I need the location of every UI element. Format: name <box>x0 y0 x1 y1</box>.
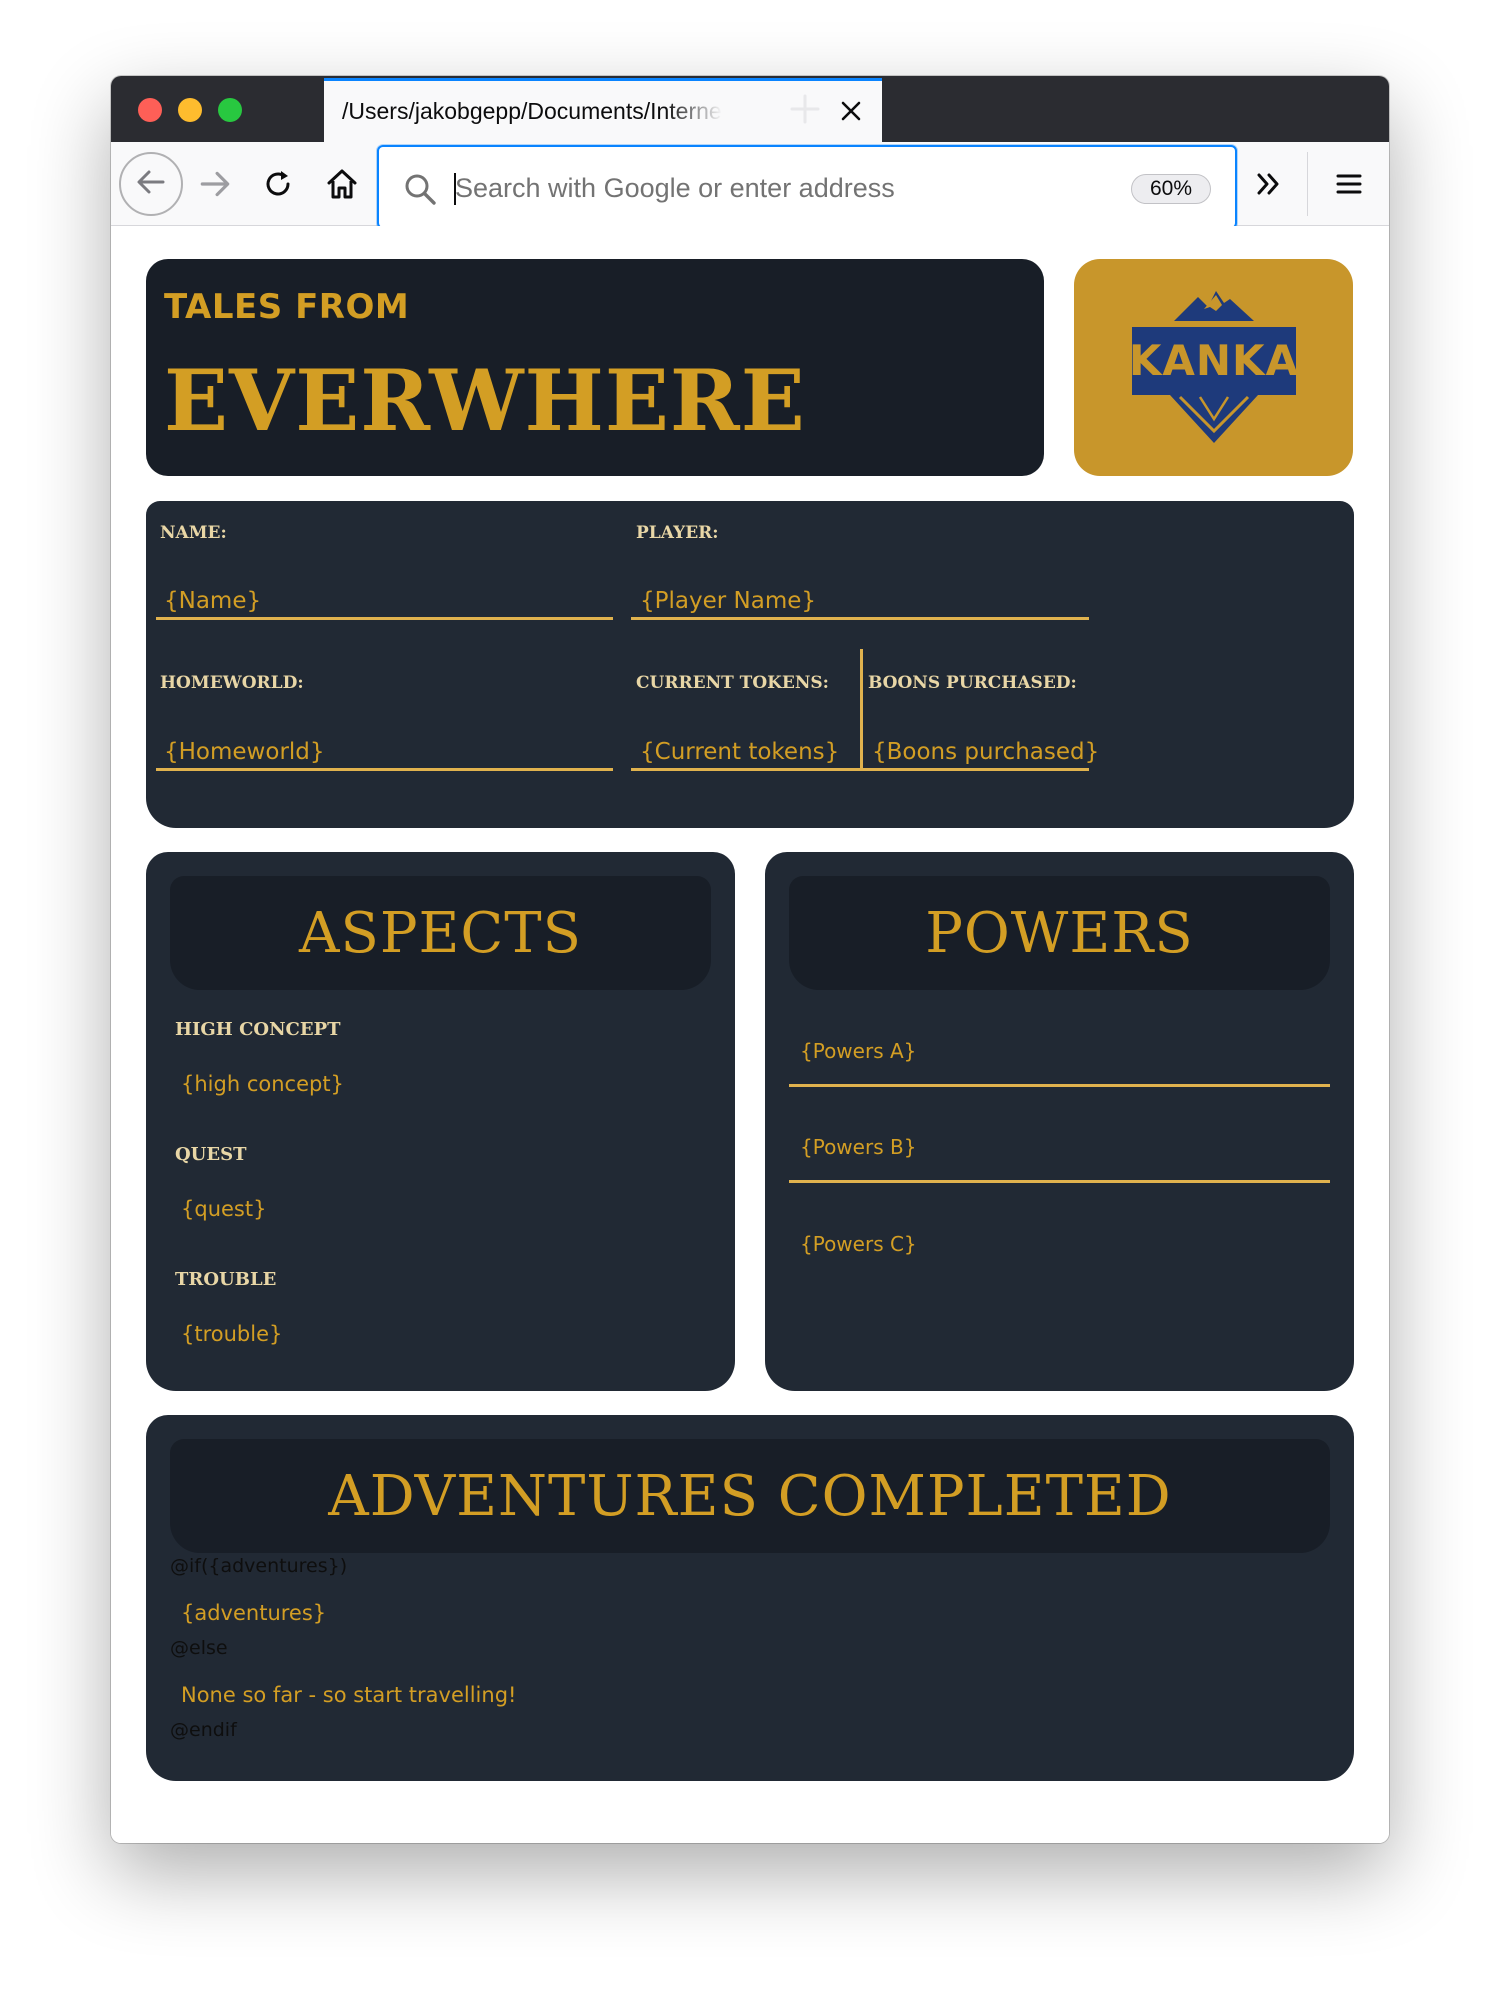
quest-value[interactable]: {quest} <box>181 1197 266 1221</box>
boons-field[interactable]: {Boons purchased} <box>872 739 1099 765</box>
minimize-window-button[interactable] <box>178 98 202 122</box>
tokens-field[interactable]: {Current tokens} <box>640 739 839 765</box>
home-icon[interactable] <box>324 166 360 202</box>
aspects-header: ASPECTS <box>170 876 711 990</box>
close-icon[interactable] <box>838 98 864 124</box>
power-b-value[interactable]: {Powers B} <box>800 1135 916 1159</box>
power-a-underline <box>789 1084 1330 1087</box>
tokens-underline <box>631 768 861 771</box>
back-button[interactable] <box>119 152 183 216</box>
adventures-fallback: None so far - so start travelling! <box>181 1683 517 1707</box>
plus-icon[interactable] <box>788 92 822 126</box>
high-concept-label: HIGH CONCEPT <box>175 1019 341 1040</box>
aspects-card: ASPECTS HIGH CONCEPT {high concept} QUES… <box>146 852 735 1391</box>
boons-label: BOONS PURCHASED: <box>868 673 1077 693</box>
header-kicker: TALES FROM <box>164 287 410 327</box>
adventures-card: ADVENTURES COMPLETED @if({adventures}) {… <box>146 1415 1354 1781</box>
powers-card: POWERS {Powers A} {Powers B} {Powers C} <box>765 852 1354 1391</box>
kanka-logo: KANKA <box>1074 259 1353 476</box>
text-caret <box>454 173 456 205</box>
high-concept-value[interactable]: {high concept} <box>181 1072 344 1096</box>
power-a-value[interactable]: {Powers A} <box>800 1039 916 1063</box>
overflow-chevrons-icon[interactable] <box>1249 164 1289 204</box>
name-label: NAME: <box>160 523 227 543</box>
trouble-label: TROUBLE <box>175 1269 277 1290</box>
logo-text: KANKA <box>1129 336 1299 385</box>
title-bar: /Users/jakobgepp/Documents/Internet <box>111 76 1389 142</box>
forward-arrow-icon[interactable] <box>197 166 233 202</box>
power-b-underline <box>789 1180 1330 1183</box>
boons-underline <box>863 768 1089 771</box>
powers-title: POWERS <box>925 900 1194 966</box>
character-info-card: NAME: {Name} PLAYER: {Player Name} HOMEW… <box>146 501 1354 828</box>
adventures-title: ADVENTURES COMPLETED <box>328 1463 1172 1529</box>
aspects-title: ASPECTS <box>299 900 582 966</box>
page-viewport: TALES FROM EVERWHERE KANKA NAME: {Name} … <box>111 226 1389 1843</box>
tab-title: /Users/jakobgepp/Documents/Internet <box>342 98 722 124</box>
field-divider <box>860 649 863 771</box>
window-controls <box>138 98 242 122</box>
adventures-value[interactable]: {adventures} <box>181 1601 326 1625</box>
powers-header: POWERS <box>789 876 1330 990</box>
zoom-level-badge[interactable]: 60% <box>1131 174 1211 204</box>
homeworld-underline <box>156 768 613 771</box>
else-directive: @else <box>170 1637 228 1659</box>
player-field[interactable]: {Player Name} <box>640 588 816 614</box>
zoom-window-button[interactable] <box>218 98 242 122</box>
trouble-value[interactable]: {trouble} <box>181 1322 282 1346</box>
player-underline <box>631 617 1089 620</box>
if-directive: @if({adventures}) <box>170 1555 348 1577</box>
endif-directive: @endif <box>170 1719 237 1741</box>
quest-label: QUEST <box>175 1144 247 1165</box>
homeworld-field[interactable]: {Homeworld} <box>164 739 325 765</box>
kanka-logo-icon: KANKA <box>1129 291 1299 443</box>
address-bar[interactable]: 60% <box>377 145 1237 229</box>
url-input[interactable] <box>453 165 1097 211</box>
power-c-value[interactable]: {Powers C} <box>800 1232 917 1256</box>
tokens-label: CURRENT TOKENS: <box>636 673 829 693</box>
close-window-button[interactable] <box>138 98 162 122</box>
reload-icon[interactable] <box>260 166 296 202</box>
header-title: EVERWHERE <box>164 351 806 450</box>
adventures-header: ADVENTURES COMPLETED <box>170 1439 1330 1553</box>
navigation-toolbar: 60% <box>111 142 1389 229</box>
browser-window: /Users/jakobgepp/Documents/Internet Sear… <box>111 76 1389 1843</box>
sheet-header: TALES FROM EVERWHERE <box>146 259 1044 476</box>
toolbar-separator <box>1307 152 1308 216</box>
hamburger-menu-icon[interactable] <box>1329 164 1369 204</box>
search-icon <box>403 172 437 206</box>
name-field[interactable]: {Name} <box>164 588 261 614</box>
name-underline <box>156 617 613 620</box>
player-label: PLAYER: <box>636 523 719 543</box>
homeworld-label: HOMEWORLD: <box>160 673 304 693</box>
back-arrow-icon <box>134 165 168 203</box>
